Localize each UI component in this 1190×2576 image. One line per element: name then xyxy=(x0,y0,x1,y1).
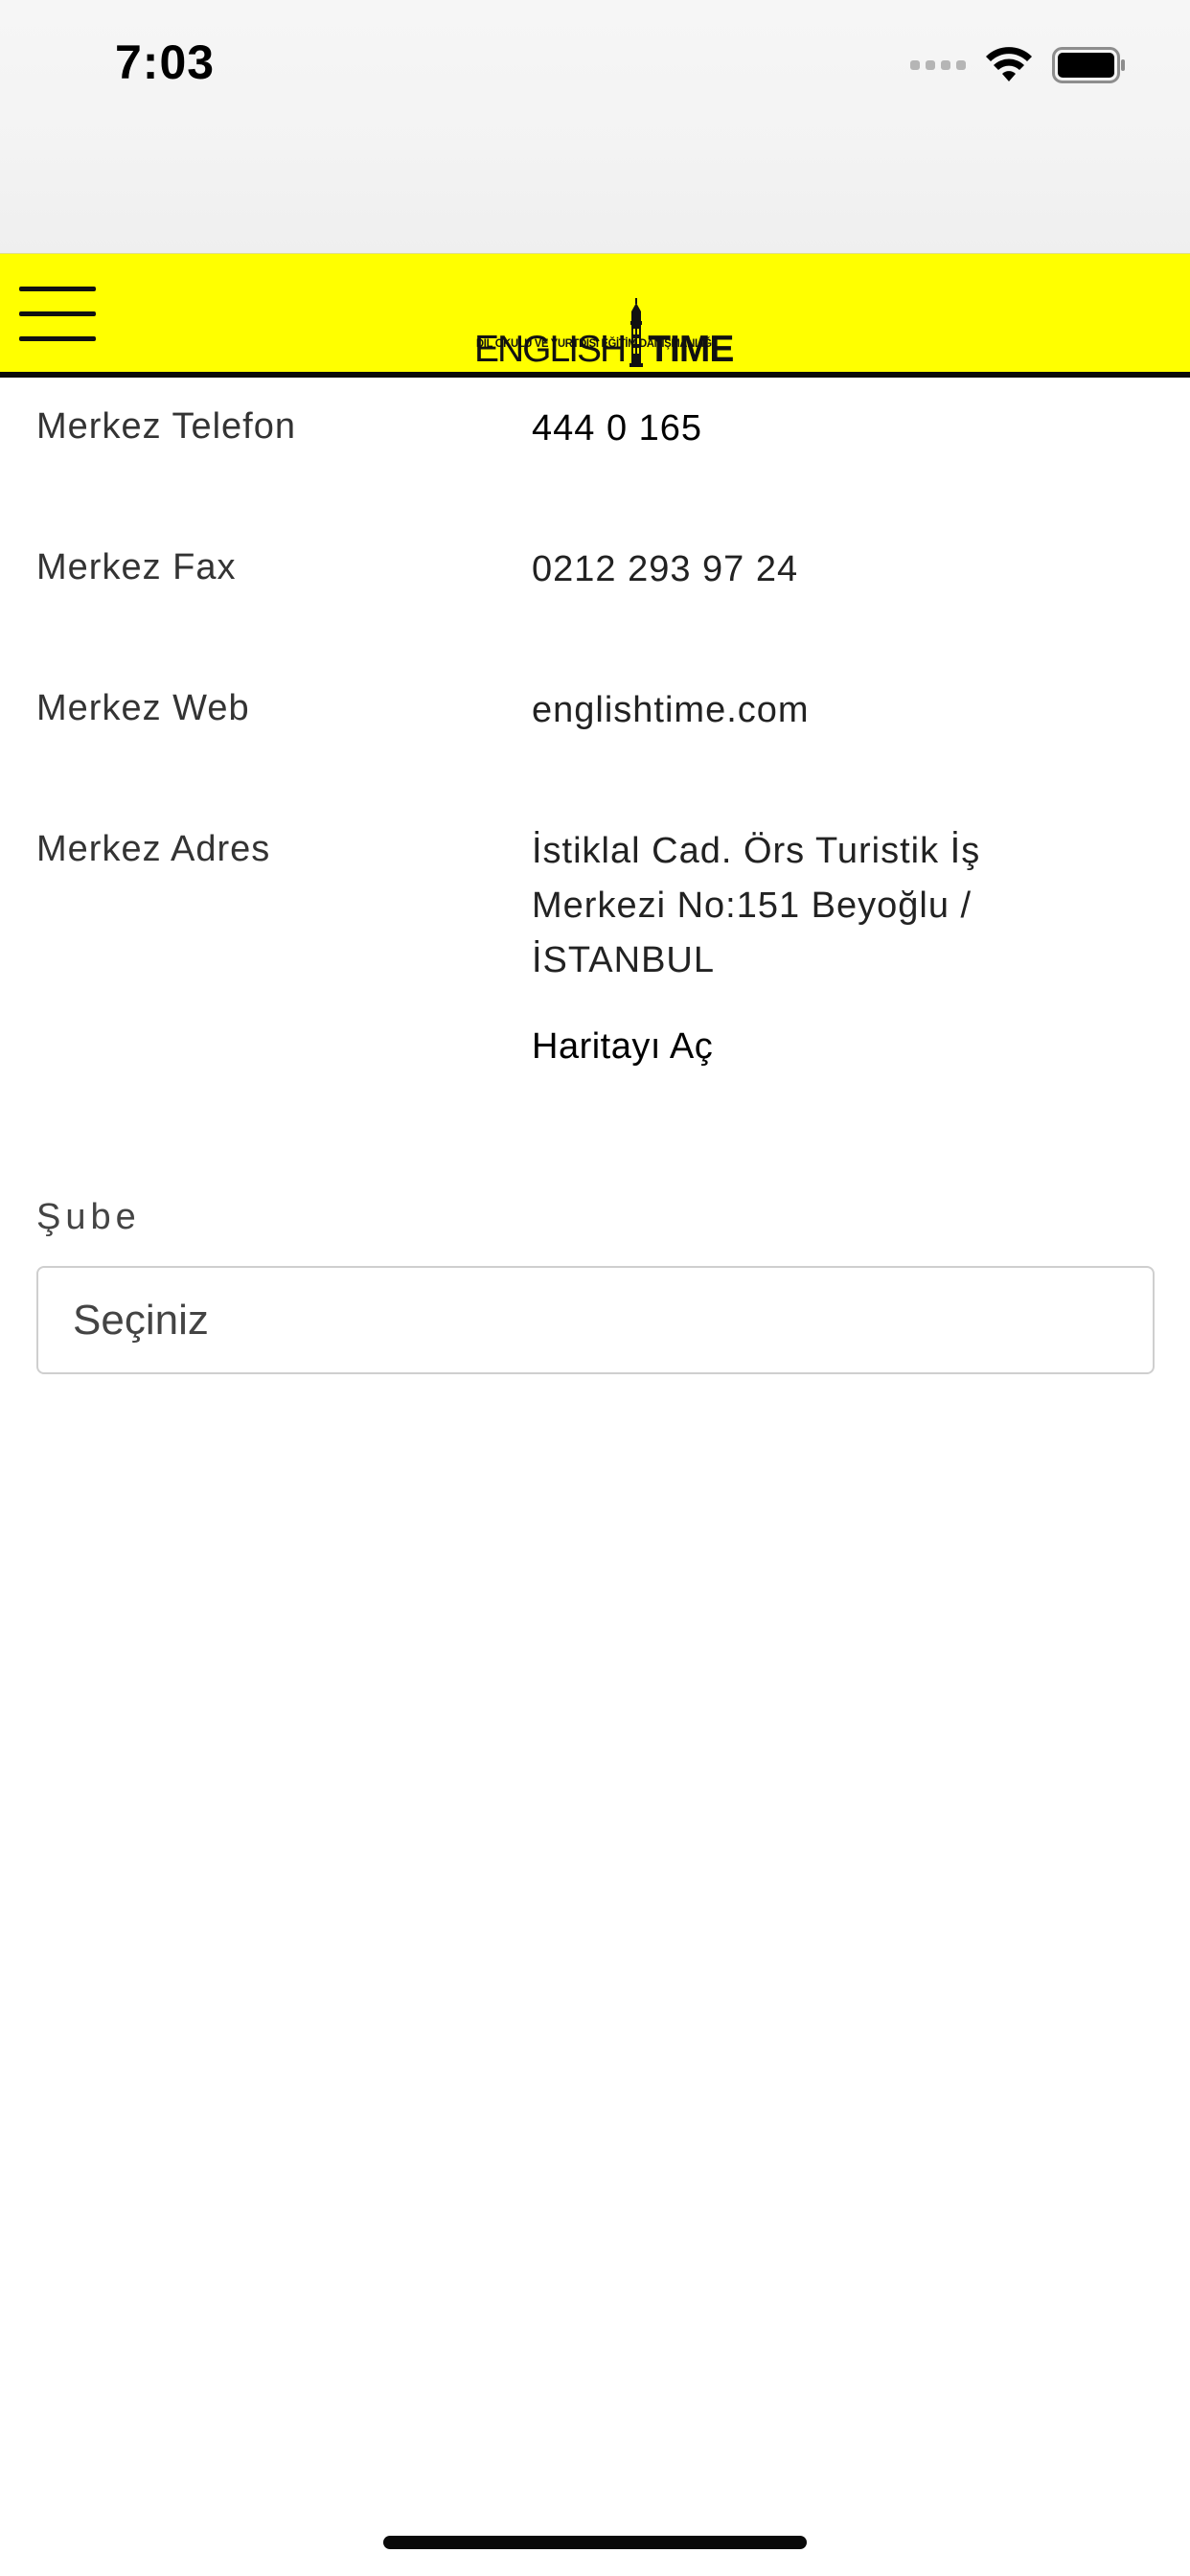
web-link[interactable]: englishtime.com xyxy=(532,688,1145,732)
contact-value: 0212 293 97 24 xyxy=(532,549,799,589)
contact-label: Merkez Fax xyxy=(36,547,237,587)
status-bar-area: 7:03 xyxy=(0,0,1190,253)
status-indicators xyxy=(910,46,1127,84)
branch-select-value: Seçiniz xyxy=(73,1297,209,1344)
english-time-logo[interactable]: ENGLISH TIME DİL OKULU VE YURTDIŞI EĞİTİ… xyxy=(474,269,734,368)
wifi-icon xyxy=(985,47,1033,83)
phone-link[interactable]: 444 0 165 xyxy=(532,406,1145,450)
signal-icon xyxy=(910,60,966,70)
contact-value: İstiklal Cad. Örs Turistik İş Merkezi No… xyxy=(532,831,981,980)
contact-label: Merkez Web xyxy=(36,688,250,728)
branch-select[interactable]: Seçiniz xyxy=(36,1266,1155,1374)
branch-label: Şube xyxy=(36,1197,141,1237)
battery-icon xyxy=(1052,47,1127,83)
open-map-link[interactable]: Haritayı Aç xyxy=(532,1026,713,1068)
hamburger-menu-icon[interactable] xyxy=(19,283,98,344)
logo-tagline: DİL OKULU VE YURTDIŞI EĞİTİM DANIŞMANLIĞ… xyxy=(476,336,715,350)
app-header: ENGLISH TIME DİL OKULU VE YURTDIŞI EĞİTİ… xyxy=(0,253,1190,378)
status-time: 7:03 xyxy=(115,35,216,89)
contact-label: Merkez Adres xyxy=(36,829,271,869)
screen: 7:03 ENGLISH TIME DİL OKULU VE YURTDIŞI … xyxy=(0,0,1190,2576)
tower-icon xyxy=(629,298,644,367)
home-indicator[interactable] xyxy=(383,2536,807,2549)
contact-label: Merkez Telefon xyxy=(36,406,296,447)
